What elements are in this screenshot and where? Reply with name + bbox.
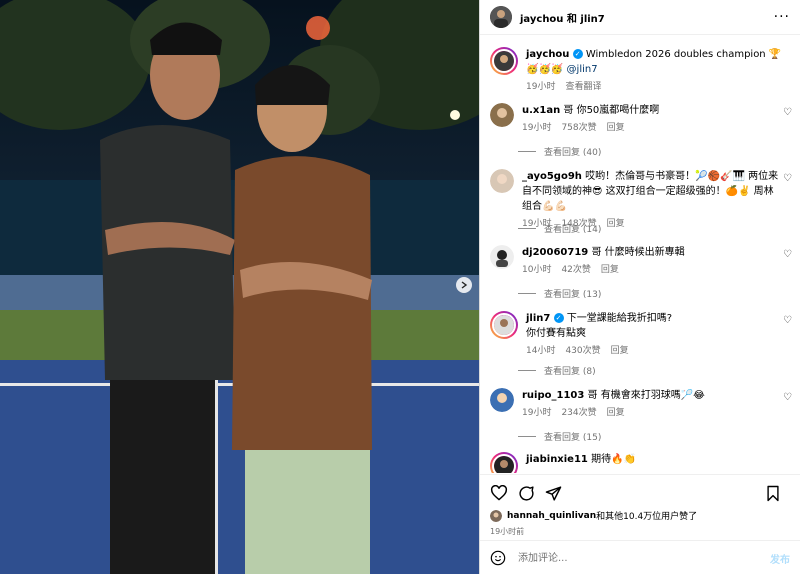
comment-avatar[interactable] — [490, 245, 514, 269]
comment-item: ruipo_1103 哥 有機會來打羽球嗎🏸😂 19小时 234次赞 回复 ♡ — [490, 388, 792, 421]
liker-name[interactable]: hannah_quinlivan — [507, 511, 596, 521]
view-replies[interactable]: 查看回复 (15) — [518, 430, 601, 443]
comment-username[interactable]: jiabinxie11 — [526, 454, 588, 465]
author-avatar[interactable] — [490, 6, 512, 28]
replies-line — [518, 151, 536, 152]
post-header: jaychou 和 jlin7 ··· — [480, 0, 800, 35]
comment-username[interactable]: _ayo5go9h — [522, 171, 582, 182]
comment-text: 期待🔥👏 — [591, 454, 636, 465]
bookmark-icon[interactable] — [766, 485, 780, 502]
comment-time: 19小时 — [522, 123, 552, 133]
caption-avatar[interactable] — [490, 47, 518, 75]
view-replies[interactable]: 查看回复 (8) — [518, 364, 596, 377]
caption-time: 19小时 — [526, 82, 556, 92]
comment-item: jiabinxie11 期待🔥👏 — [490, 452, 792, 473]
more-horizontal-icon[interactable]: ··· — [774, 9, 790, 25]
avatar-image — [494, 315, 514, 335]
next-photo-button[interactable] — [456, 277, 472, 293]
comment-icon[interactable] — [518, 485, 535, 502]
comment-heart-icon[interactable]: ♡ — [780, 315, 792, 326]
likes-summary: hannah_quinlivan 和其他10.4万位用户赞了 — [480, 505, 800, 522]
liker-avatar[interactable] — [490, 509, 502, 522]
heart-icon[interactable] — [490, 485, 508, 501]
post-photo-image — [0, 0, 479, 574]
comment-likes[interactable]: 430次赞 — [565, 344, 600, 359]
caption-emojis: 🥳🥳🥳 — [526, 64, 564, 75]
view-replies-label: 查看回复 (40) — [544, 148, 602, 158]
view-replies-label: 查看回复 (13) — [544, 290, 602, 300]
view-replies-label: 查看回复 (15) — [544, 433, 602, 443]
share-icon[interactable] — [545, 485, 562, 502]
post-comment-button[interactable]: 发布 — [770, 551, 790, 566]
comment-item: jlin7 ✓ 下一堂課能給我折扣嗎? 你付賽有點爽 14小时 430次赞 回复… — [490, 311, 792, 359]
reply-button[interactable]: 回复 — [607, 406, 625, 421]
comment-item: u.x1an 哥 你50嵐都喝什麼啊 19小时 758次赞 回复 ♡ — [490, 103, 792, 136]
view-replies[interactable]: 查看回复 (14) — [518, 222, 601, 235]
comments-list[interactable]: jaychou ✓ Wimbledon 2026 doubles champio… — [480, 35, 800, 473]
comment-text-line2: 你付賽有點爽 — [526, 328, 586, 339]
comment-text: 哥 你50嵐都喝什麼啊 — [563, 105, 660, 116]
avatar-image — [494, 456, 514, 473]
comment-username[interactable]: ruipo_1103 — [522, 390, 584, 401]
comment-avatar[interactable] — [490, 311, 518, 339]
comment-time: 10小时 — [522, 265, 552, 275]
caption-username[interactable]: jaychou — [526, 49, 569, 60]
comment-heart-icon[interactable]: ♡ — [780, 107, 792, 118]
caption-mention[interactable]: @jlin7 — [567, 64, 598, 75]
post-time: 19小时前 — [490, 527, 525, 536]
likes-rest[interactable]: 和其他10.4万位用户赞了 — [596, 509, 697, 522]
comment-heart-icon[interactable]: ♡ — [780, 249, 792, 260]
comment-heart-icon[interactable]: ♡ — [780, 173, 792, 184]
comment-text: 哥 什麼時候出新專輯 — [591, 247, 685, 258]
comment-time: 19小时 — [522, 408, 552, 418]
comment-likes[interactable]: 234次赞 — [561, 406, 596, 421]
avatar-image — [490, 169, 514, 193]
view-replies-label: 查看回复 (8) — [544, 367, 596, 377]
view-replies[interactable]: 查看回复 (13) — [518, 287, 601, 300]
verified-badge-icon: ✓ — [572, 49, 583, 59]
post-actions: hannah_quinlivan和其他10.4万位用户赞了 19小时前 发布 — [480, 474, 800, 575]
replies-line — [518, 370, 536, 371]
replies-line — [518, 228, 536, 229]
comment-likes[interactable]: 758次赞 — [561, 121, 596, 136]
comment-likes[interactable]: 42次赞 — [561, 263, 590, 278]
avatar-image — [494, 51, 514, 71]
view-replies-label: 查看回复 (14) — [544, 225, 602, 235]
caption-text: Wimbledon 2026 doubles champion 🏆 — [585, 49, 782, 60]
comment-text: 下一堂課能給我折扣嗎? — [566, 313, 673, 324]
add-comment-bar: 发布 — [480, 540, 800, 575]
comment-username[interactable]: dj20060719 — [522, 247, 588, 258]
comment-item: dj20060719 哥 什麼時候出新專輯 10小时 42次赞 回复 ♡ — [490, 245, 792, 278]
avatar-image — [490, 245, 514, 269]
comment-text: 哥 有機會來打羽球嗎🏸😂 — [587, 390, 705, 401]
caption: jaychou ✓ Wimbledon 2026 doubles champio… — [490, 47, 792, 95]
replies-line — [518, 436, 536, 437]
comment-avatar[interactable] — [490, 169, 514, 193]
verified-badge-icon: ✓ — [553, 313, 564, 323]
reply-button[interactable]: 回复 — [611, 344, 629, 359]
comment-avatar[interactable] — [490, 388, 514, 412]
comment-avatar[interactable] — [490, 103, 514, 127]
comment-heart-icon[interactable]: ♡ — [780, 392, 792, 403]
replies-line — [518, 293, 536, 294]
comment-username[interactable]: u.x1an — [522, 105, 560, 116]
avatar-image — [490, 103, 514, 127]
comment-input[interactable] — [516, 551, 770, 565]
reply-button[interactable]: 回复 — [607, 121, 625, 136]
chevron-right-icon — [461, 281, 468, 289]
avatar-image — [490, 6, 512, 28]
comment-time: 14小时 — [526, 346, 556, 356]
header-usernames[interactable]: jaychou 和 jlin7 — [520, 10, 605, 25]
post-photo[interactable] — [0, 0, 479, 574]
reply-button[interactable]: 回复 — [607, 217, 625, 232]
view-replies[interactable]: 查看回复 (40) — [518, 145, 601, 158]
avatar-image — [490, 509, 502, 522]
translate-link[interactable]: 查看翻译 — [565, 80, 601, 95]
reply-button[interactable]: 回复 — [601, 263, 619, 278]
avatar-image — [490, 388, 514, 412]
comment-username[interactable]: jlin7 — [526, 313, 550, 324]
emoji-icon[interactable] — [490, 550, 506, 566]
post-sidebar: jaychou 和 jlin7 ··· jaychou ✓ Wimbledon … — [479, 0, 800, 574]
comment-avatar[interactable] — [490, 452, 518, 473]
